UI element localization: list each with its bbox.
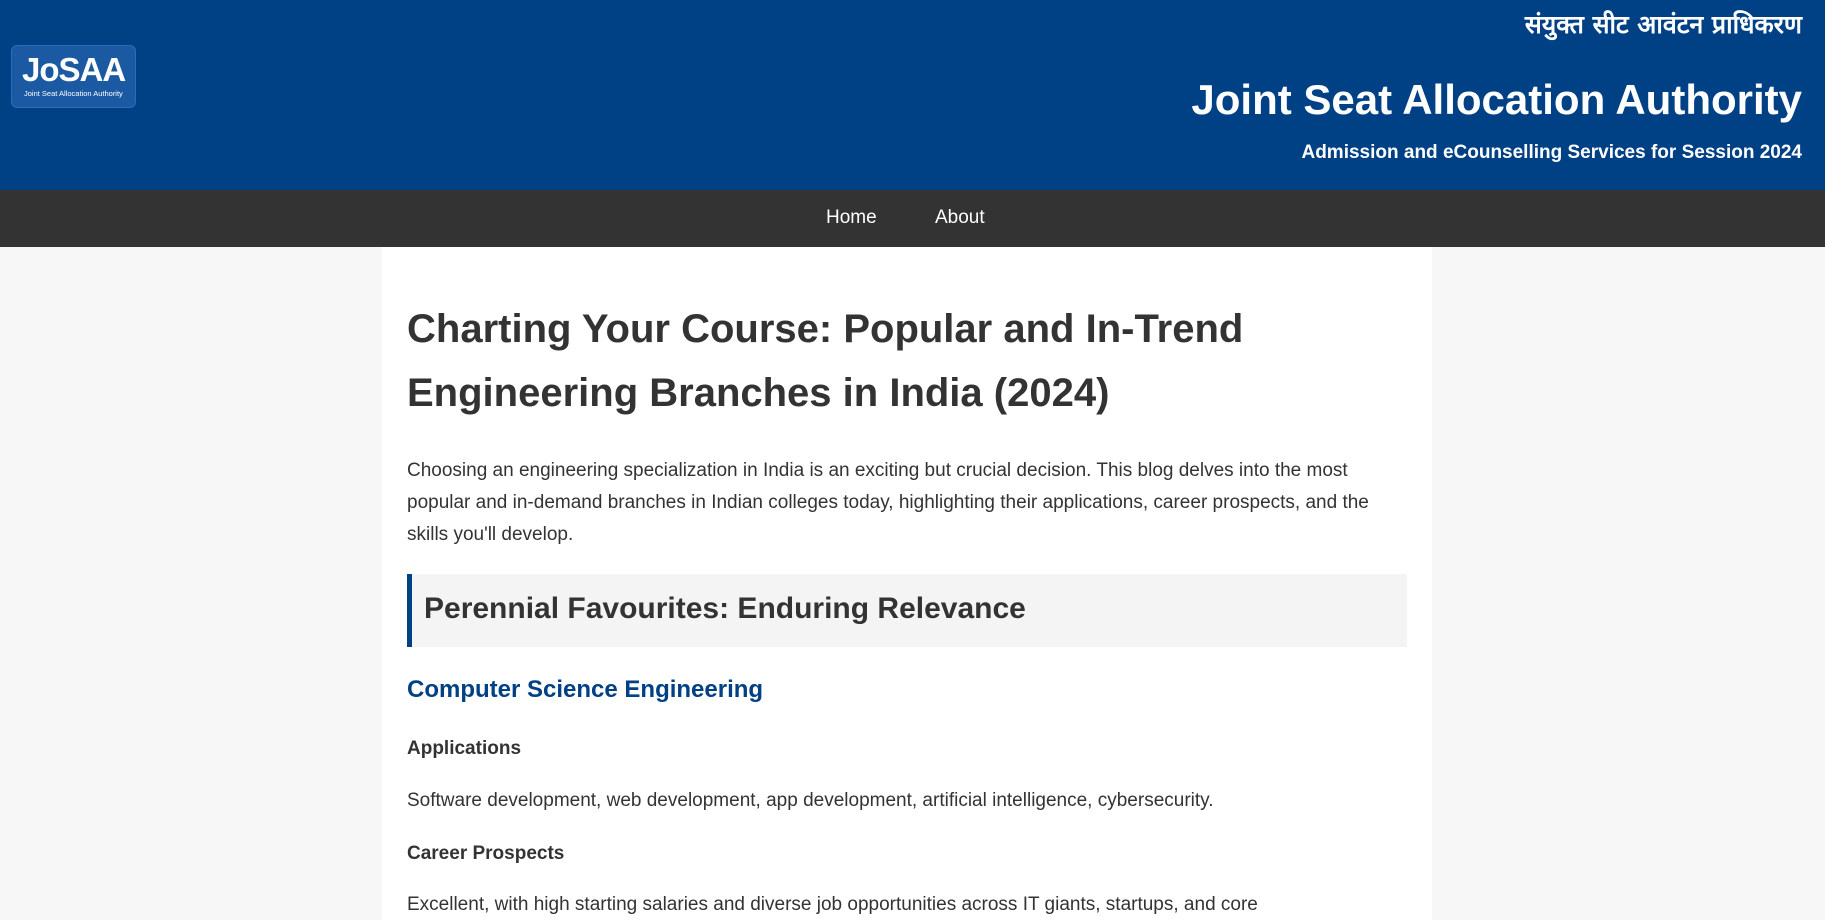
hindi-title: संयुक्त सीट आवंटन प्राधिकरण <box>1524 10 1802 39</box>
logo-text: JoSAA <box>22 51 126 88</box>
section-header-box: Perennial Favourites: Enduring Relevance <box>407 574 1407 647</box>
career-prospects-heading: Career Prospects <box>407 843 565 864</box>
site-title: Joint Seat Allocation Authority <box>1191 76 1802 123</box>
main-nav: Home About <box>0 190 1825 247</box>
article-intro: Choosing an engineering specialization i… <box>407 460 1369 545</box>
site-subtitle: Admission and eCounselling Services for … <box>1301 142 1802 163</box>
career-prospects-text: Excellent, with high starting salaries a… <box>407 894 1258 915</box>
applications-heading: Applications <box>407 738 522 759</box>
site-header: JoSAA Joint Seat Allocation Authority सं… <box>0 0 1825 190</box>
applications-text: Software development, web development, a… <box>407 790 1214 811</box>
branch-heading: Computer Science Engineering <box>407 676 764 703</box>
logo-subtext: Joint Seat Allocation Authority <box>24 89 123 98</box>
nav-home-link[interactable]: Home <box>826 207 877 229</box>
article-container: Charting Your Course: Popular and In-Tre… <box>382 247 1432 920</box>
josaa-logo[interactable]: JoSAA Joint Seat Allocation Authority <box>11 45 136 108</box>
section-heading: Perennial Favourites: Enduring Relevance <box>424 592 1026 625</box>
nav-about-link[interactable]: About <box>935 207 985 229</box>
article-title: Charting Your Course: Popular and In-Tre… <box>407 307 1244 415</box>
